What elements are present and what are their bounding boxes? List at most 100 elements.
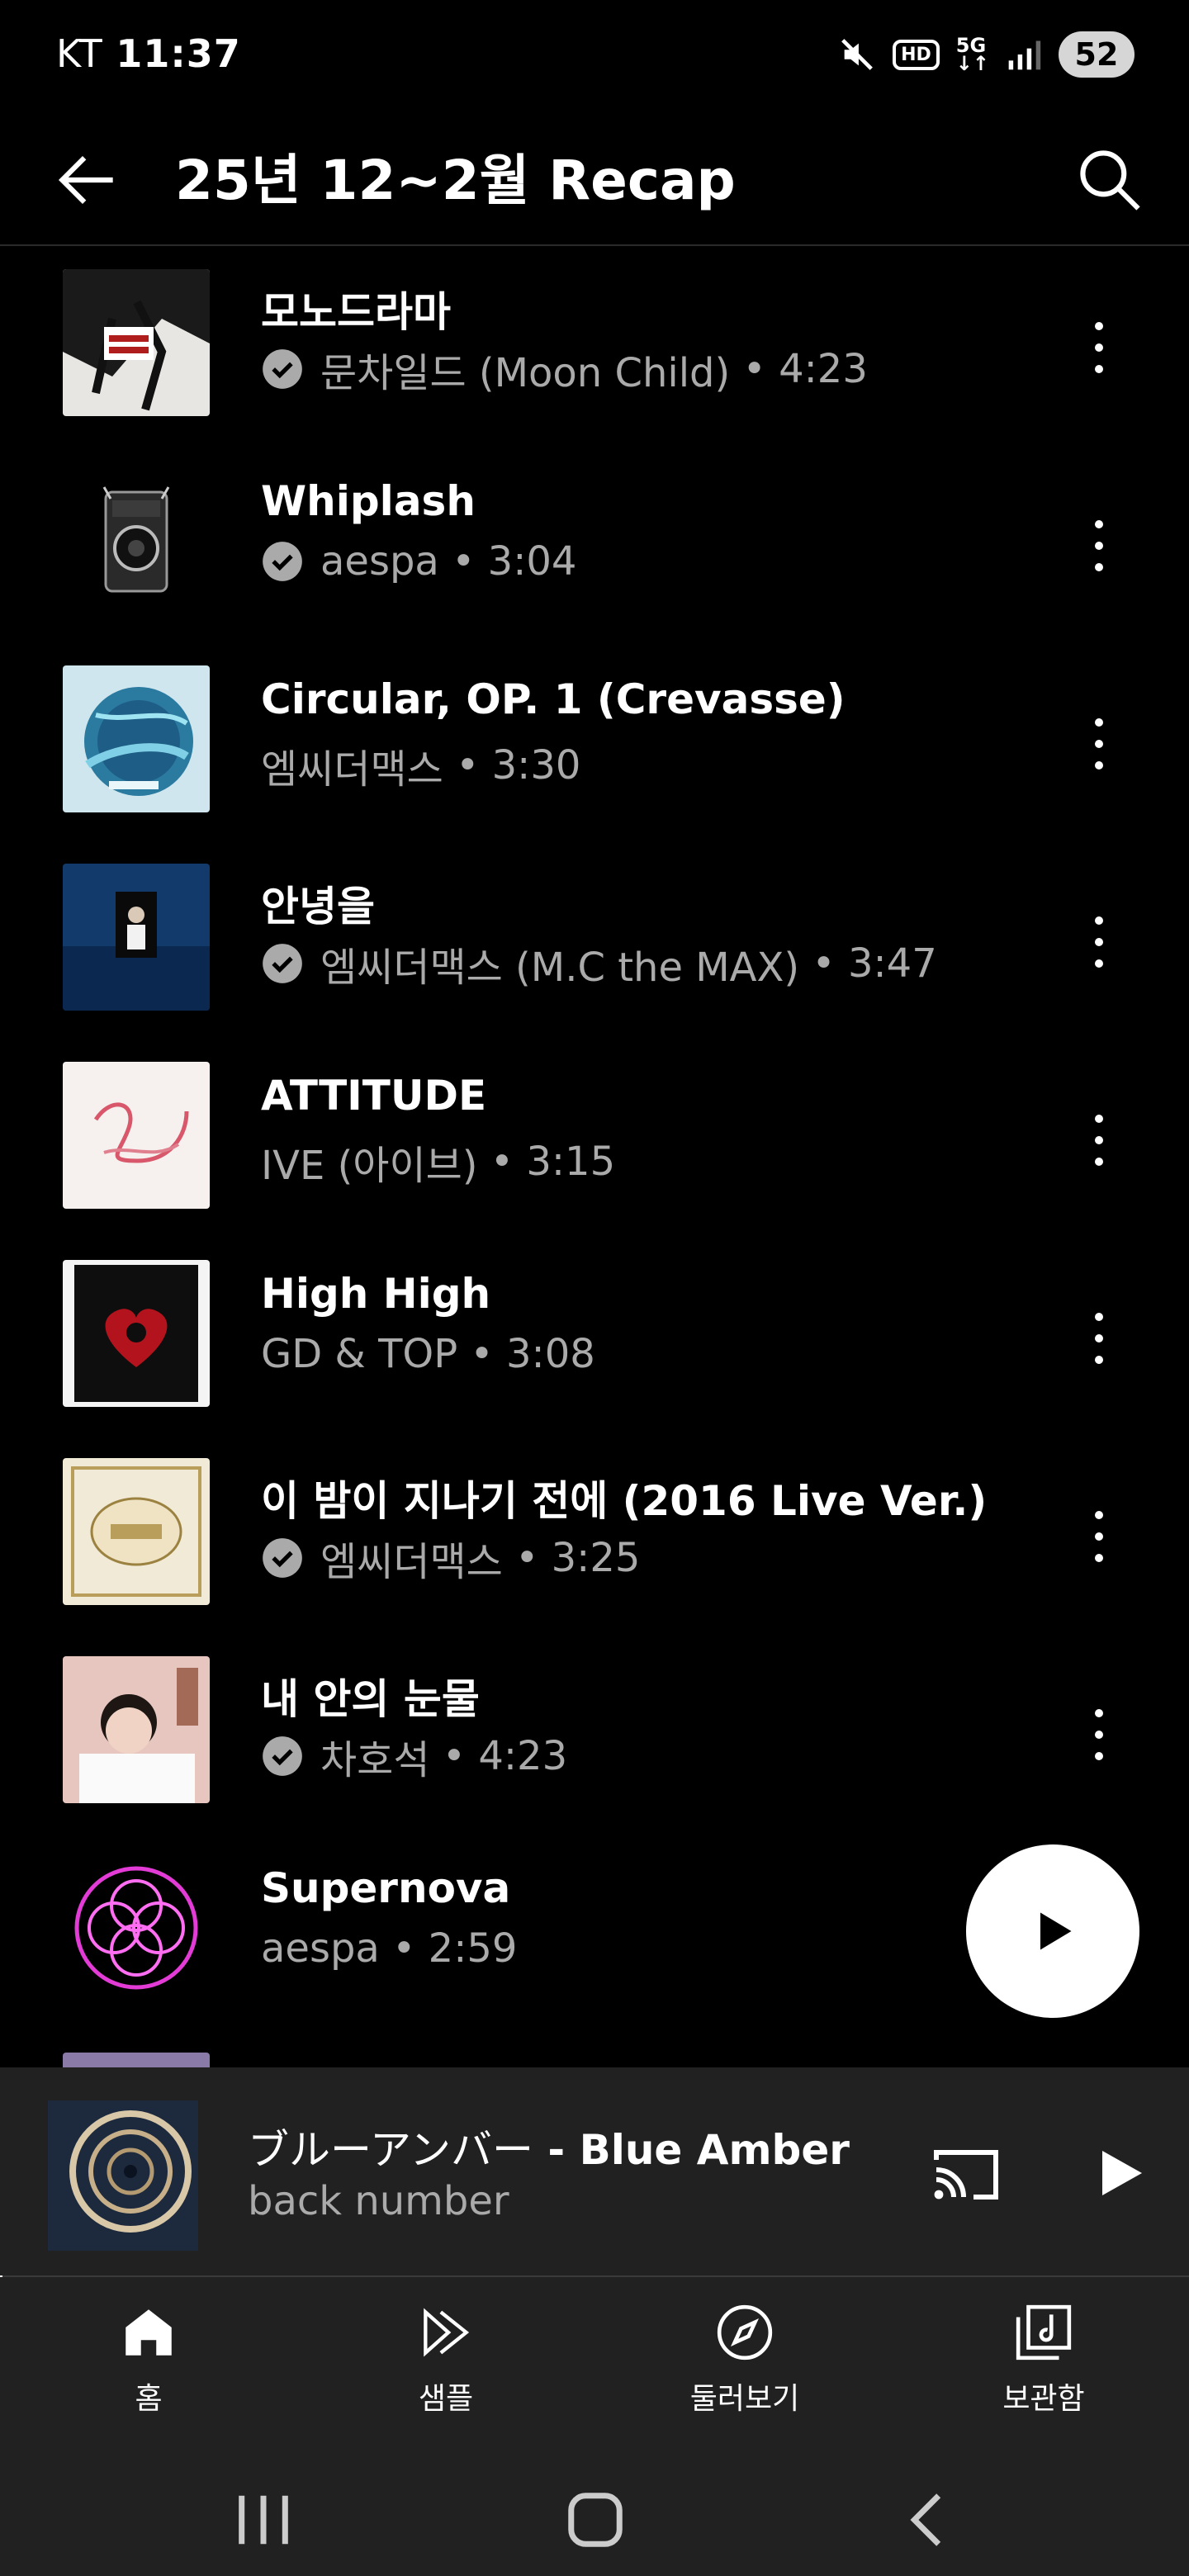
nav-explore[interactable]: 둘러보기 bbox=[646, 2302, 844, 2417]
song-duration: 4:23 bbox=[779, 346, 868, 392]
title-separator: - bbox=[533, 2126, 580, 2174]
song-meta: 차호석 • 4:23 bbox=[261, 1727, 567, 1785]
play-icon bbox=[1040, 1912, 1072, 1950]
home-button-icon[interactable] bbox=[558, 2488, 632, 2551]
more-options-icon[interactable] bbox=[1073, 905, 1123, 979]
battery-icon: 52 bbox=[1059, 31, 1135, 78]
nav-label: 홈 bbox=[135, 2382, 163, 2416]
meta-separator: • bbox=[457, 1331, 506, 1377]
more-options-icon[interactable] bbox=[1073, 1301, 1123, 1376]
nav-label: 보관함 bbox=[1002, 2382, 1085, 2416]
hd-icon: HD bbox=[893, 39, 940, 70]
song-duration: 3:04 bbox=[487, 538, 577, 585]
album-art bbox=[63, 467, 210, 614]
album-art bbox=[63, 1458, 210, 1605]
play-all-button[interactable] bbox=[966, 1844, 1139, 2018]
song-row[interactable]: Whiplash aespa • 3:04 bbox=[0, 446, 1189, 644]
song-row[interactable]: 이 밤이 지나기 전에 (2016 Live Ver.) 엠씨더맥스 • 3:2… bbox=[0, 1437, 1189, 1635]
mute-icon bbox=[841, 39, 873, 70]
song-duration: 2:59 bbox=[428, 1925, 518, 1972]
verified-icon bbox=[263, 542, 302, 581]
song-row[interactable]: 내 안의 눈물 차호석 • 4:23 bbox=[0, 1635, 1189, 1833]
recent-apps-icon[interactable] bbox=[226, 2488, 301, 2551]
song-title: 이 밤이 지나기 전에 (2016 Live Ver.) bbox=[261, 1477, 988, 1525]
song-duration: 3:25 bbox=[551, 1535, 641, 1581]
verified-icon bbox=[263, 1736, 302, 1776]
more-options-icon[interactable] bbox=[1073, 707, 1123, 781]
song-meta: aespa • 3:04 bbox=[261, 538, 576, 585]
song-artist: 차호석 bbox=[320, 1737, 430, 1783]
song-title: Circular, OP. 1 (Crevasse) bbox=[261, 675, 846, 723]
song-duration: 3:15 bbox=[526, 1139, 616, 1185]
song-row[interactable]: High High GD & TOP • 3:08 bbox=[0, 1238, 1189, 1437]
more-options-icon[interactable] bbox=[1073, 1698, 1123, 1772]
song-duration: 3:30 bbox=[491, 742, 581, 788]
now-playing-title-en: Blue Amber bbox=[579, 2126, 850, 2174]
song-duration: 3:47 bbox=[847, 940, 937, 987]
song-title: ATTITUDE bbox=[261, 1072, 487, 1120]
search-icon[interactable] bbox=[1072, 142, 1148, 218]
back-button-icon[interactable] bbox=[892, 2488, 966, 2551]
song-artist: aespa bbox=[320, 538, 439, 585]
song-artist: 엠씨더맥스 (M.C the MAX) bbox=[320, 945, 800, 991]
nav-library[interactable]: 보관함 bbox=[945, 2302, 1143, 2417]
mini-play-icon[interactable] bbox=[1090, 2143, 1149, 2203]
status-icons: HD 5G ↓↑ 52 bbox=[838, 30, 1135, 79]
album-art bbox=[63, 269, 210, 416]
album-art bbox=[63, 864, 210, 1011]
signal-icon bbox=[1008, 40, 1041, 70]
now-playing-art bbox=[48, 2100, 198, 2251]
song-artist: GD & TOP bbox=[261, 1331, 458, 1377]
more-options-icon[interactable] bbox=[1073, 1103, 1123, 1177]
song-row-partial[interactable] bbox=[0, 2031, 1189, 2067]
meta-separator: • bbox=[443, 742, 492, 788]
album-art bbox=[63, 2053, 210, 2067]
song-duration: 3:08 bbox=[505, 1331, 595, 1377]
back-arrow-icon[interactable] bbox=[50, 142, 126, 218]
samples-icon bbox=[424, 2308, 470, 2357]
album-art bbox=[63, 1260, 210, 1407]
more-options-icon[interactable] bbox=[1073, 310, 1123, 385]
mini-player[interactable]: ブルーアンバー - Blue Amber back number bbox=[0, 2067, 1189, 2279]
song-title: High High bbox=[261, 1270, 491, 1318]
meta-separator: • bbox=[730, 346, 779, 392]
status-bar: KT 11:37 HD 5G ↓↑ 52 bbox=[0, 0, 1189, 116]
explore-icon bbox=[717, 2304, 773, 2361]
more-options-icon[interactable] bbox=[1073, 509, 1123, 583]
song-row[interactable]: ATTITUDE IVE (아이브) • 3:15 bbox=[0, 1040, 1189, 1238]
now-playing-title: ブルーアンバー - Blue Amber bbox=[248, 2117, 850, 2176]
carrier-label: KT bbox=[56, 31, 103, 76]
song-meta: 엠씨더맥스 • 3:30 bbox=[261, 736, 580, 794]
nav-label: 샘플 bbox=[418, 2382, 474, 2416]
home-icon bbox=[126, 2309, 172, 2356]
meta-separator: • bbox=[429, 1733, 479, 1779]
5g-icon: 5G ↓↑ bbox=[955, 34, 989, 75]
song-meta: IVE (아이브) • 3:15 bbox=[261, 1133, 615, 1191]
top-app-bar: 25년 12~2월 Recap bbox=[0, 116, 1189, 246]
cast-icon[interactable] bbox=[931, 2145, 1001, 2204]
song-row[interactable]: Circular, OP. 1 (Crevasse) 엠씨더맥스 • 3:30 bbox=[0, 644, 1189, 842]
status-carrier-time: KT 11:37 bbox=[56, 31, 241, 76]
song-row[interactable]: 모노드라마 문차일드 (Moon Child) • 4:23 bbox=[0, 248, 1189, 446]
song-meta: 문차일드 (Moon Child) • 4:23 bbox=[261, 340, 868, 398]
song-meta: GD & TOP • 3:08 bbox=[261, 1331, 595, 1377]
meta-separator: • bbox=[477, 1139, 527, 1185]
verified-icon bbox=[263, 349, 302, 389]
song-meta: 엠씨더맥스 (M.C the MAX) • 3:47 bbox=[261, 935, 937, 992]
album-art bbox=[63, 665, 210, 812]
album-art bbox=[63, 1854, 210, 2001]
song-artist: aespa bbox=[261, 1925, 380, 1972]
meta-separator: • bbox=[438, 538, 488, 585]
song-artist: IVE (아이브) bbox=[261, 1143, 478, 1189]
nav-samples[interactable]: 샘플 bbox=[347, 2302, 545, 2417]
library-icon bbox=[1016, 2304, 1072, 2361]
nav-home[interactable]: 홈 bbox=[50, 2302, 248, 2417]
meta-separator: • bbox=[502, 1535, 552, 1581]
more-options-icon[interactable] bbox=[1073, 1499, 1123, 1574]
verified-icon bbox=[263, 944, 302, 983]
meta-separator: • bbox=[799, 940, 848, 987]
song-artist: 엠씨더맥스 bbox=[320, 1539, 503, 1585]
nav-label: 둘러보기 bbox=[689, 2382, 800, 2416]
song-title: 내 안의 눈물 bbox=[261, 1675, 480, 1723]
song-row[interactable]: 안녕을 엠씨더맥스 (M.C the MAX) • 3:47 bbox=[0, 842, 1189, 1040]
